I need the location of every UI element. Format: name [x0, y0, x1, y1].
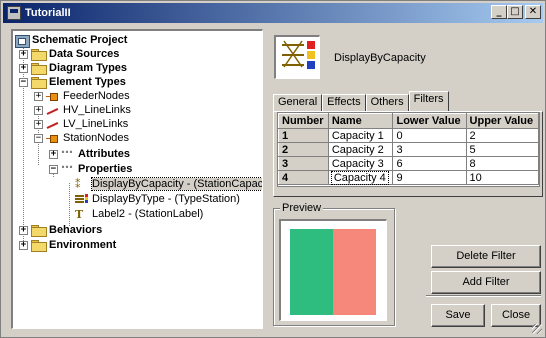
upper-value-cell[interactable]: 5 [466, 142, 540, 157]
collapse-icon[interactable]: − [49, 164, 58, 174]
lower-value-cell[interactable]: 6 [392, 156, 467, 171]
link-icon [46, 119, 60, 130]
dots-icon [61, 160, 75, 175]
table-row[interactable]: 4 Capacity 4 9 10 [278, 170, 540, 185]
type-icon [75, 193, 89, 205]
dots-icon [61, 145, 75, 160]
grid-header-row: Number Name Lower Value Upper Value [278, 113, 540, 129]
app-icon [7, 6, 21, 20]
name-cell[interactable]: Capacity 3 [328, 156, 394, 171]
label-icon: T [75, 207, 84, 221]
preview-label: Preview [280, 202, 324, 214]
column-header-lower[interactable]: Lower Value [392, 113, 467, 129]
link-icon [46, 105, 60, 116]
lower-value-cell[interactable]: 3 [392, 142, 467, 157]
tree-item-behaviors[interactable]: + Behaviors [19, 223, 102, 237]
node-icon [46, 91, 60, 102]
table-row[interactable]: 1 Capacity 1 0 2 [278, 128, 540, 143]
capacity-icon: ⁑ [75, 177, 81, 191]
tree-item-properties[interactable]: − Properties [49, 160, 132, 176]
expand-icon[interactable]: + [49, 149, 58, 159]
preview-swatch-salmon [333, 229, 376, 315]
folder-icon [31, 48, 47, 61]
window-title: TutorialII [25, 7, 71, 19]
preview-swatch-green [290, 229, 333, 315]
tree-item-diagram-types[interactable]: + Diagram Types [19, 61, 127, 75]
expand-icon[interactable]: + [19, 63, 28, 73]
folder-icon [31, 62, 47, 75]
button-separator [426, 295, 541, 297]
tree-item-data-sources[interactable]: + Data Sources [19, 47, 119, 61]
column-header-name[interactable]: Name [327, 113, 394, 129]
upper-value-cell[interactable]: 8 [466, 156, 540, 171]
row-number[interactable]: 2 [278, 142, 329, 157]
tab-general[interactable]: General [273, 94, 323, 111]
preview-canvas [279, 219, 387, 321]
add-filter-button[interactable]: Add Filter [431, 271, 541, 294]
tree-item-feeder-nodes[interactable]: + FeederNodes [34, 89, 130, 103]
tree-item-display-by-type[interactable]: DisplayByType - (TypeStation) [75, 192, 240, 206]
filters-grid[interactable]: Number Name Lower Value Upper Value 1 Ca… [277, 112, 540, 187]
main-window: TutorialII _ □ ✕ Schematic Project + Dat… [0, 0, 546, 338]
upper-value-cell[interactable]: 10 [466, 170, 540, 185]
save-button[interactable]: Save [431, 304, 485, 327]
folder-icon [31, 239, 47, 252]
collapse-icon[interactable]: − [19, 77, 28, 87]
title-bar[interactable]: TutorialII _ □ ✕ [3, 3, 543, 23]
tree-item-environment[interactable]: + Environment [19, 238, 116, 252]
name-cell[interactable]: Capacity 1 [328, 128, 394, 143]
tree-item-label2[interactable]: T Label2 - (StationLabel) [75, 207, 203, 221]
tab-effects[interactable]: Effects [322, 94, 366, 111]
tree-item-lv-linelinks[interactable]: + LV_LineLinks [34, 117, 128, 131]
expand-icon[interactable]: + [34, 105, 43, 115]
capacity-display-icon [274, 35, 320, 79]
row-number[interactable]: 4 [278, 170, 329, 185]
folder-icon [31, 224, 47, 237]
project-icon [15, 34, 30, 48]
minimize-button[interactable]: _ [491, 5, 507, 19]
tree-item-hv-linelinks[interactable]: + HV_LineLinks [34, 103, 131, 117]
row-number[interactable]: 3 [278, 156, 329, 171]
expand-icon[interactable]: + [19, 49, 28, 59]
expand-icon[interactable]: + [19, 225, 28, 235]
tab-filters[interactable]: Filters [408, 91, 449, 111]
column-header-number[interactable]: Number [278, 113, 329, 129]
expand-icon[interactable]: + [19, 240, 28, 250]
property-title: DisplayByCapacity [334, 52, 426, 64]
delete-filter-button[interactable]: Delete Filter [431, 245, 541, 268]
lower-value-cell[interactable]: 9 [392, 170, 467, 185]
tree-item-element-types[interactable]: − Element Types [19, 75, 126, 89]
focused-name-text: Capacity 4 [330, 170, 389, 185]
tab-others[interactable]: Others [365, 94, 409, 111]
collapse-icon[interactable]: − [34, 133, 43, 143]
tab-strip: General Effects Others Filters [273, 91, 449, 111]
tree-item-schematic-project[interactable]: Schematic Project [15, 33, 127, 48]
lower-value-cell[interactable]: 0 [392, 128, 467, 143]
project-tree[interactable]: Schematic Project + Data Sources + Diagr… [11, 29, 263, 329]
table-row[interactable]: 3 Capacity 3 6 8 [278, 156, 540, 171]
open-folder-icon [31, 76, 47, 89]
resize-grip[interactable] [532, 324, 542, 334]
close-window-button[interactable]: ✕ [525, 5, 541, 19]
node-icon [46, 133, 60, 144]
maximize-button[interactable]: □ [507, 5, 523, 19]
name-cell[interactable]: Capacity 2 [328, 142, 394, 157]
column-header-upper[interactable]: Upper Value [465, 113, 540, 129]
table-row[interactable]: 2 Capacity 2 3 5 [278, 142, 540, 157]
expand-icon[interactable]: + [34, 119, 43, 129]
name-cell[interactable]: Capacity 4 [328, 170, 394, 185]
upper-value-cell[interactable]: 2 [466, 128, 540, 143]
tree-item-display-by-capacity[interactable]: ⁑ DisplayByCapacity - (StationCapacity) [75, 177, 262, 191]
expand-icon[interactable]: + [34, 91, 43, 101]
row-number[interactable]: 1 [278, 128, 329, 143]
tree-item-station-nodes[interactable]: − StationNodes [34, 131, 129, 145]
